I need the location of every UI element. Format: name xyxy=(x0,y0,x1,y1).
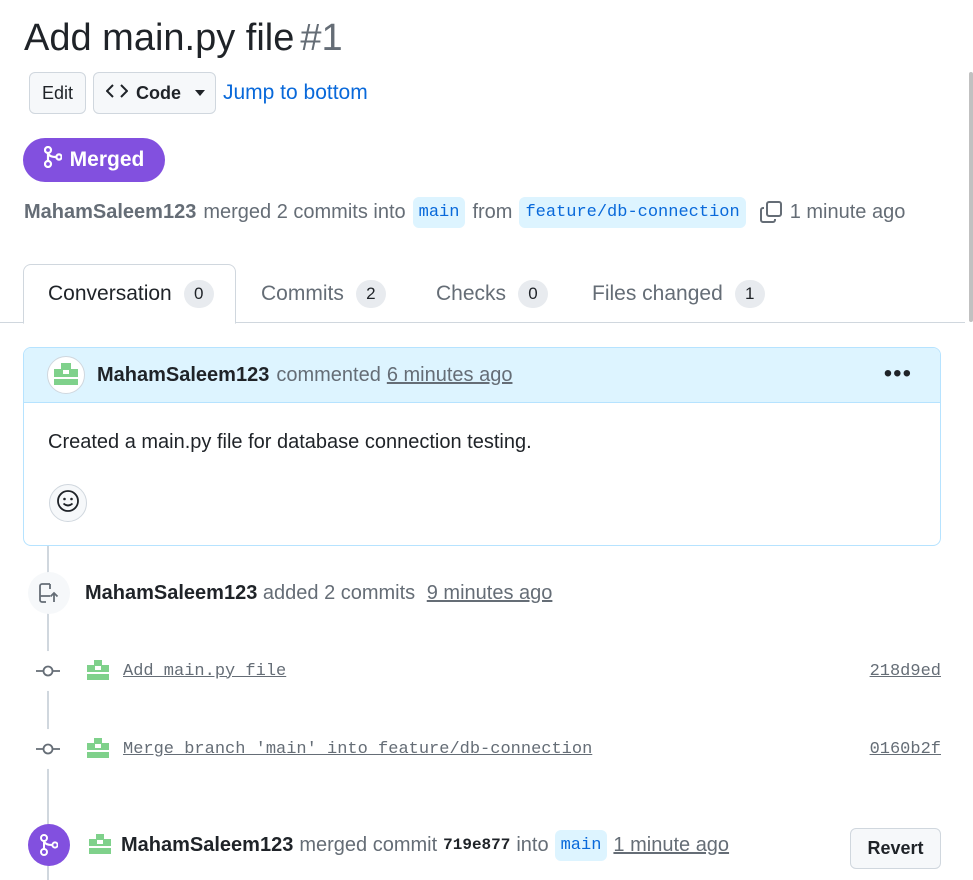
git-commit-icon xyxy=(28,729,68,769)
avatar[interactable] xyxy=(83,656,113,686)
comment-header: MahamSaleem123 commented 6 minutes ago •… xyxy=(24,348,940,403)
tab-counter: 0 xyxy=(183,280,214,308)
pr-description-comment: MahamSaleem123 commented 6 minutes ago •… xyxy=(23,347,941,546)
title-actions: Edit Code Jump to bottom xyxy=(29,72,368,114)
git-merge-icon xyxy=(43,145,63,174)
smiley-icon xyxy=(56,489,80,518)
commit-sha-link[interactable]: 0160b2f xyxy=(870,740,941,759)
comment-body: Created a main.py file for database conn… xyxy=(48,431,532,453)
commit-row: Merge branch 'main' into feature/db-conn… xyxy=(28,729,941,769)
push-event-text: MahamSaleem123 added 2 commits 9 minutes… xyxy=(85,582,552,605)
merge-commit-sha[interactable]: 719e877 xyxy=(443,836,510,854)
pr-tabs: Conversation 0 Commits 2 Checks 0 Files … xyxy=(0,264,965,324)
push-time[interactable]: 9 minutes ago xyxy=(427,582,553,604)
tab-counter: 0 xyxy=(518,279,549,308)
push-description: added 2 commits xyxy=(262,581,416,604)
merge-author[interactable]: MahamSaleem123 xyxy=(121,834,293,857)
code-button-label: Code xyxy=(136,82,181,103)
commit-message-link[interactable]: Merge branch 'main' into feature/db-conn… xyxy=(123,740,592,759)
pr-author-link[interactable]: MahamSaleem123 xyxy=(24,201,196,224)
repo-push-icon xyxy=(28,572,70,614)
edit-button[interactable]: Edit xyxy=(29,72,86,114)
commit-message-link[interactable]: Add main.py file xyxy=(123,662,286,681)
tab-label: Conversation xyxy=(48,282,172,305)
revert-button[interactable]: Revert xyxy=(850,828,941,869)
scrollbar[interactable] xyxy=(969,72,973,322)
tab-label: Commits xyxy=(261,281,344,305)
merged-time: 1 minute ago xyxy=(789,200,906,223)
merged-commits-text: merged 2 commits into xyxy=(203,200,406,223)
git-commit-icon xyxy=(28,651,68,691)
kebab-menu-icon[interactable]: ••• xyxy=(884,360,912,388)
tab-files-changed[interactable]: Files changed 1 xyxy=(592,264,765,323)
comment-time[interactable]: 6 minutes ago xyxy=(387,364,513,387)
code-button[interactable]: Code xyxy=(93,72,216,114)
merge-description: merged commit xyxy=(299,833,438,856)
tab-label: Files changed xyxy=(592,281,723,305)
copy-icon[interactable] xyxy=(759,200,783,224)
commit-sha-link[interactable]: 218d9ed xyxy=(870,662,941,681)
pr-title: Add main.py file xyxy=(24,17,295,59)
tab-counter: 2 xyxy=(355,279,386,308)
chevron-down-icon xyxy=(195,90,205,96)
commit-row: Add main.py file 218d9ed xyxy=(28,651,941,691)
merge-time[interactable]: 1 minute ago xyxy=(613,834,729,857)
merged-state-badge: Merged xyxy=(23,138,165,182)
from-text: from xyxy=(472,200,513,223)
tab-label: Checks xyxy=(436,281,507,305)
merge-event: MahamSaleem123 merged commit 719e877 int… xyxy=(28,824,729,866)
add-reaction-button[interactable] xyxy=(49,484,87,522)
base-branch[interactable]: main xyxy=(412,196,466,228)
jump-to-bottom-link[interactable]: Jump to bottom xyxy=(223,81,368,105)
code-icon xyxy=(105,83,129,104)
merge-event-text: MahamSaleem123 merged commit 719e877 int… xyxy=(121,829,729,861)
tab-conversation[interactable]: Conversation 0 xyxy=(23,264,236,324)
pr-number: #1 xyxy=(300,17,343,59)
tab-counter: 1 xyxy=(734,279,765,308)
comment-verb: commented xyxy=(276,363,381,386)
avatar[interactable] xyxy=(85,830,115,860)
into-text: into xyxy=(516,833,549,856)
head-branch[interactable]: feature/db-connection xyxy=(519,196,746,228)
merge-target-branch[interactable]: main xyxy=(554,829,608,861)
pr-title-row: Add main.py file #1 xyxy=(24,14,343,62)
state-label: Merged xyxy=(69,148,145,171)
git-merge-icon xyxy=(28,824,70,866)
avatar[interactable] xyxy=(83,734,113,764)
comment-author[interactable]: MahamSaleem123 xyxy=(97,364,269,387)
avatar[interactable] xyxy=(47,356,85,394)
pr-meta: MahamSaleem123 merged 2 commits into mai… xyxy=(24,195,905,229)
tab-checks[interactable]: Checks 0 xyxy=(436,264,549,323)
push-author[interactable]: MahamSaleem123 xyxy=(85,582,257,604)
tab-commits[interactable]: Commits 2 xyxy=(261,264,386,323)
push-event: MahamSaleem123 added 2 commits 9 minutes… xyxy=(28,572,552,614)
